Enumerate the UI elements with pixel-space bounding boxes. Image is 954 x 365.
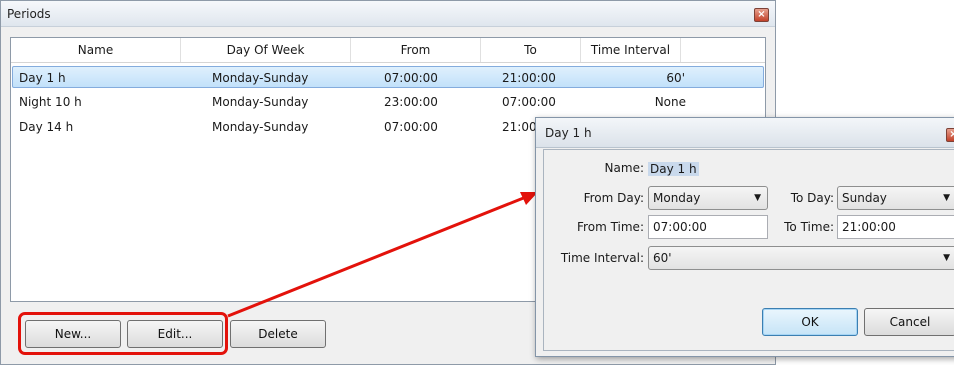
to-day-select[interactable]: Sunday ▼ [837, 186, 954, 210]
cell-name: Day 1 h [19, 71, 66, 85]
column-header-to[interactable]: To [481, 38, 581, 62]
cell-day-of-week: Monday-Sunday [212, 71, 309, 85]
chevron-down-icon: ▼ [754, 193, 761, 203]
from-day-value: Monday [653, 191, 701, 205]
chevron-down-icon: ▼ [943, 193, 950, 203]
column-header-name[interactable]: Name [11, 38, 181, 62]
close-icon[interactable]: × [754, 7, 769, 22]
cell-from: 07:00:00 [384, 120, 438, 134]
name-label: Name: [604, 161, 644, 175]
cell-day-of-week: Monday-Sunday [212, 95, 309, 109]
from-time-input[interactable]: 07:00:00 [648, 215, 768, 239]
cell-from: 07:00:00 [384, 71, 438, 85]
cell-to: 07:00:00 [502, 95, 556, 109]
from-time-label: From Time: [577, 220, 644, 234]
delete-button[interactable]: Delete [230, 320, 326, 348]
column-header-from[interactable]: From [351, 38, 481, 62]
periods-titlebar: Periods × [1, 1, 775, 27]
to-day-label: To Day: [790, 191, 834, 205]
name-input-value: Day 1 h [648, 162, 699, 176]
close-icon[interactable]: × [946, 128, 954, 142]
chevron-down-icon: ▼ [943, 253, 950, 263]
cell-day-of-week: Monday-Sunday [212, 120, 309, 134]
cell-to: 21:00 [502, 120, 537, 134]
window-title: Periods [7, 6, 51, 21]
from-day-label: From Day: [583, 191, 644, 205]
cell-name: Night 10 h [19, 95, 82, 109]
table-row[interactable]: Day 1 h Monday-Sunday 07:00:00 21:00:00 … [12, 66, 764, 88]
cell-from: 23:00:00 [384, 95, 438, 109]
time-interval-select[interactable]: 60' ▼ [648, 246, 954, 270]
table-row[interactable]: Night 10 h Monday-Sunday 23:00:00 07:00:… [12, 91, 764, 113]
time-interval-label: Time Interval: [560, 251, 644, 265]
from-day-select[interactable]: Monday ▼ [648, 186, 768, 210]
cell-time-interval: None [654, 95, 686, 109]
to-time-input[interactable]: 21:00:00 [837, 215, 954, 239]
to-time-label: To Time: [784, 220, 834, 234]
cancel-button[interactable]: Cancel [864, 308, 954, 336]
list-header: Name Day Of Week From To Time Interval [11, 38, 765, 63]
cell-to: 21:00:00 [502, 71, 556, 85]
dialog-title: Day 1 h [545, 125, 592, 140]
name-input[interactable]: Day 1 h [648, 160, 699, 178]
dialog-body: Name: Day 1 h From Day: Monday ▼ To Day:… [543, 149, 954, 351]
time-interval-value: 60' [653, 251, 672, 265]
to-day-value: Sunday [842, 191, 887, 205]
highlight-box [18, 312, 228, 355]
cell-time-interval: 60' [666, 71, 685, 85]
edit-period-dialog: Day 1 h × Name: Day 1 h From Day: Monday… [535, 117, 954, 357]
ok-button[interactable]: OK [762, 308, 858, 336]
column-header-time-interval[interactable]: Time Interval [581, 38, 681, 62]
dialog-titlebar: Day 1 h [536, 118, 954, 148]
column-header-day-of-week[interactable]: Day Of Week [181, 38, 351, 62]
cell-name: Day 14 h [19, 120, 74, 134]
